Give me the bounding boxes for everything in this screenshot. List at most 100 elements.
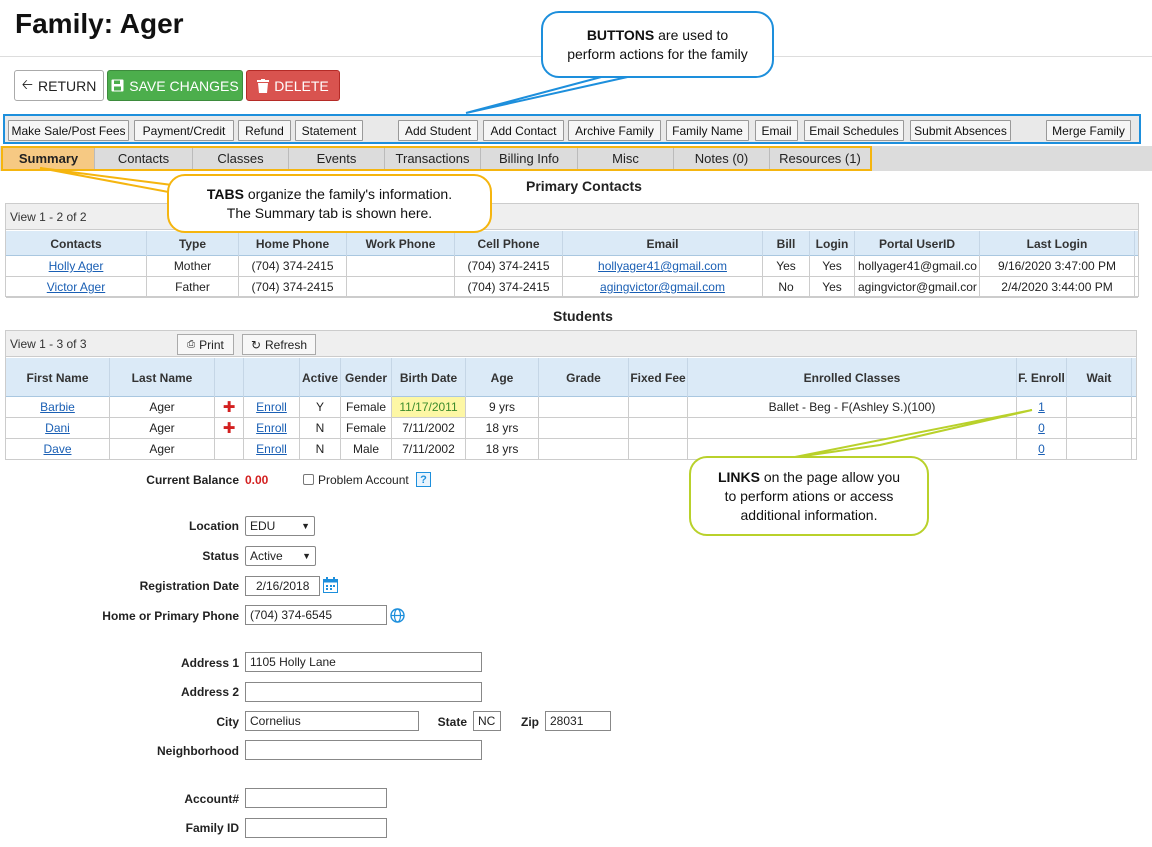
f-enroll-link[interactable]: 0: [1038, 421, 1045, 435]
address1-input[interactable]: 1105 Holly Lane: [245, 652, 482, 672]
submit-absences-button[interactable]: Submit Absences: [910, 120, 1011, 141]
student-first-name-link[interactable]: Dave: [43, 442, 71, 456]
col-portal-userid[interactable]: Portal UserID: [855, 231, 980, 256]
tab-resources[interactable]: Resources (1): [770, 148, 870, 169]
students-title: Students: [553, 308, 613, 324]
email-button[interactable]: Email: [755, 120, 798, 141]
help-icon[interactable]: ?: [416, 472, 431, 487]
globe-icon[interactable]: [390, 608, 405, 623]
tab-classes[interactable]: Classes: [193, 148, 289, 169]
tab-misc[interactable]: Misc: [578, 148, 674, 169]
make-sale-button[interactable]: Make Sale/Post Fees: [8, 120, 129, 141]
col-age[interactable]: Age: [466, 358, 539, 397]
add-contact-button[interactable]: Add Contact: [483, 120, 564, 141]
refund-button[interactable]: Refund: [238, 120, 291, 141]
status-select-value: Active: [250, 549, 283, 563]
contact-name-link[interactable]: Victor Ager: [47, 280, 105, 294]
col-f-enroll[interactable]: F. Enroll: [1017, 358, 1067, 397]
zip-input[interactable]: 28031: [545, 711, 611, 731]
enroll-link[interactable]: Enroll: [256, 442, 287, 456]
refresh-label: Refresh: [265, 337, 308, 352]
contact-email-link[interactable]: hollyager41@gmail.com: [598, 259, 727, 273]
email-schedules-button[interactable]: Email Schedules: [804, 120, 904, 141]
col-active[interactable]: Active: [300, 358, 341, 397]
col-grade[interactable]: Grade: [539, 358, 629, 397]
city-input[interactable]: Cornelius: [245, 711, 419, 731]
student-age: 18 yrs: [466, 418, 539, 438]
add-student-button[interactable]: Add Student: [398, 120, 478, 141]
col-email[interactable]: Email: [563, 231, 763, 256]
print-button[interactable]: ⎙ Print: [177, 334, 234, 355]
status-select[interactable]: Active ▼: [245, 546, 316, 566]
contact-bill: No: [763, 277, 810, 297]
medical-cross-icon[interactable]: ✚: [223, 398, 236, 416]
student-first-name-link[interactable]: Barbie: [40, 400, 75, 414]
contact-email-link[interactable]: agingvictor@gmail.com: [600, 280, 725, 294]
delete-button[interactable]: DELETE: [246, 70, 340, 101]
merge-family-button[interactable]: Merge Family: [1046, 120, 1131, 141]
location-select[interactable]: EDU ▼: [245, 516, 315, 536]
col-bill[interactable]: Bill: [763, 231, 810, 256]
col-birth-date[interactable]: Birth Date: [392, 358, 466, 397]
contact-work-phone: [347, 256, 455, 276]
student-last-name: Ager: [110, 418, 215, 438]
tab-events[interactable]: Events: [289, 148, 385, 169]
student-first-name-link[interactable]: Dani: [45, 421, 70, 435]
state-input[interactable]: NC: [473, 711, 501, 731]
student-gender: Male: [341, 439, 392, 459]
col-type[interactable]: Type: [147, 231, 239, 256]
trash-icon: [257, 78, 270, 93]
family-name-button[interactable]: Family Name: [666, 120, 749, 141]
col-enroll: [244, 358, 300, 397]
col-contacts[interactable]: Contacts: [6, 231, 147, 256]
neighborhood-input[interactable]: [245, 740, 482, 760]
col-wait[interactable]: Wait: [1067, 358, 1132, 397]
student-birth-date: 7/11/2002: [392, 418, 466, 438]
family-tabs: Summary Contacts Classes Events Transact…: [1, 146, 872, 171]
tab-notes[interactable]: Notes (0): [674, 148, 770, 169]
col-gender[interactable]: Gender: [341, 358, 392, 397]
student-gender: Female: [341, 397, 392, 417]
address1-label: Address 1: [180, 656, 239, 670]
statement-button[interactable]: Statement: [295, 120, 363, 141]
student-birth-date: 7/11/2002: [392, 439, 466, 459]
col-last-name[interactable]: Last Name: [110, 358, 215, 397]
save-changes-button[interactable]: SAVE CHANGES: [107, 70, 243, 101]
tab-summary[interactable]: Summary: [3, 148, 95, 169]
refresh-button[interactable]: ↻ Refresh: [242, 334, 316, 355]
registration-date-input[interactable]: 2/16/2018: [245, 576, 320, 596]
enroll-link[interactable]: Enroll: [256, 400, 287, 414]
tab-billing-info[interactable]: Billing Info: [481, 148, 578, 169]
home-phone-input[interactable]: (704) 374-6545: [245, 605, 387, 625]
family-id-input[interactable]: [245, 818, 387, 838]
links-callout-line3: additional information.: [740, 506, 878, 523]
col-enrolled-classes[interactable]: Enrolled Classes: [688, 358, 1017, 397]
tab-transactions[interactable]: Transactions: [385, 148, 481, 169]
col-fixed-fee[interactable]: Fixed Fee: [629, 358, 688, 397]
f-enroll-link[interactable]: 0: [1038, 442, 1045, 456]
problem-account-checkbox[interactable]: [303, 474, 314, 485]
col-login[interactable]: Login: [810, 231, 855, 256]
enroll-link[interactable]: Enroll: [256, 421, 287, 435]
archive-family-button[interactable]: Archive Family: [568, 120, 661, 141]
calendar-icon[interactable]: [323, 577, 338, 593]
contact-login: Yes: [810, 277, 855, 297]
address2-input[interactable]: [245, 682, 482, 702]
payment-credit-button[interactable]: Payment/Credit: [134, 120, 234, 141]
tab-contacts[interactable]: Contacts: [95, 148, 193, 169]
f-enroll-link[interactable]: 1: [1038, 400, 1045, 414]
col-last-login[interactable]: Last Login: [980, 231, 1135, 256]
col-first-name[interactable]: First Name: [6, 358, 110, 397]
medical-cross-icon[interactable]: ✚: [223, 419, 236, 437]
student-wait: [1067, 439, 1132, 459]
return-button[interactable]: 🡠 RETURN: [14, 70, 104, 101]
students-grid-header: First Name Last Name Active Gender Birth…: [6, 358, 1136, 397]
contact-home-phone: (704) 374-2415: [239, 256, 347, 276]
col-home-phone[interactable]: Home Phone: [239, 231, 347, 256]
col-cell-phone[interactable]: Cell Phone: [455, 231, 563, 256]
col-work-phone[interactable]: Work Phone: [347, 231, 455, 256]
account-number-input[interactable]: [245, 788, 387, 808]
contact-name-link[interactable]: Holly Ager: [49, 259, 104, 273]
student-active: Y: [300, 397, 341, 417]
contact-portal-userid: hollyager41@gmail.co: [855, 256, 980, 276]
